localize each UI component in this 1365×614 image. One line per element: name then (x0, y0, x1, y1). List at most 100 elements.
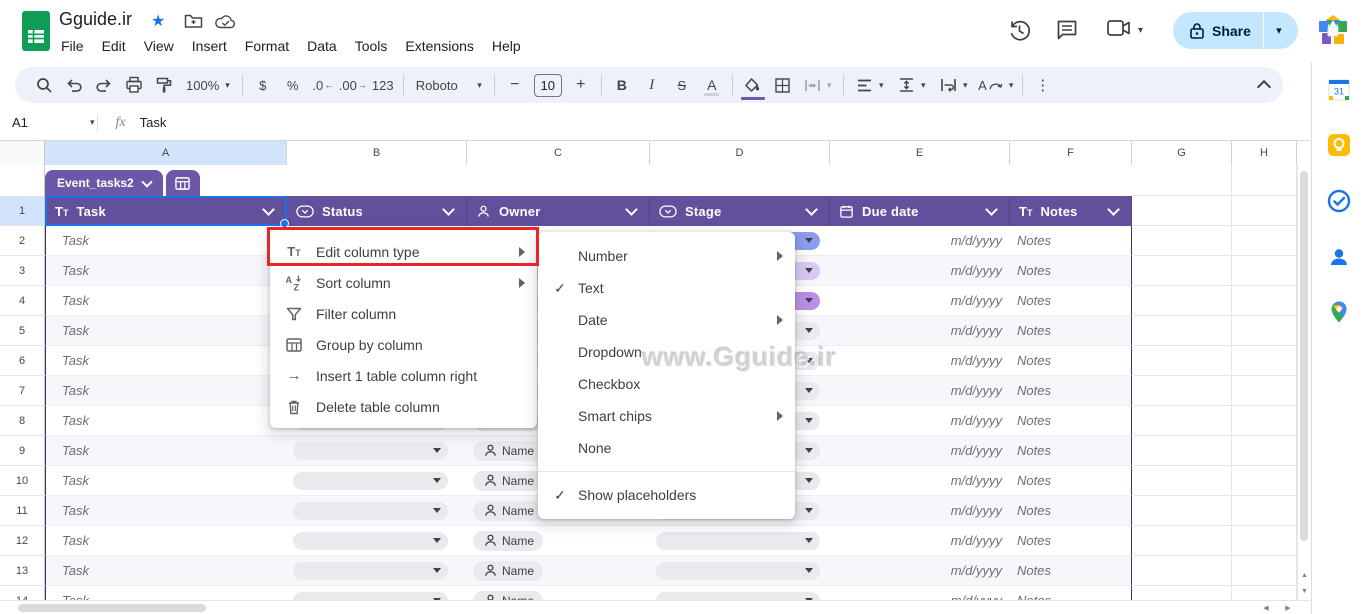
cell-task[interactable]: Task (45, 496, 287, 526)
owner-name-chip[interactable]: Name (473, 591, 543, 601)
column-header-b[interactable]: B (287, 141, 467, 166)
status-dropdown[interactable] (293, 592, 448, 601)
row-header-1[interactable]: 1 (0, 196, 45, 226)
owner-name-chip[interactable]: Name (473, 531, 543, 551)
submenu-item-show-placeholders[interactable]: ✓Show placeholders (538, 479, 795, 511)
search-icon[interactable] (29, 71, 59, 99)
cell-task[interactable]: Task (45, 436, 287, 466)
empty-cell[interactable] (1132, 556, 1232, 586)
empty-cell[interactable] (1132, 406, 1232, 436)
currency-format-button[interactable]: $ (248, 71, 278, 99)
column-header-a[interactable]: A (45, 141, 287, 166)
tasks-app-icon[interactable] (1327, 189, 1351, 213)
share-dropdown-caret[interactable]: ▾ (1264, 24, 1294, 37)
empty-cell[interactable] (1232, 346, 1297, 376)
column-header-h[interactable]: H (1232, 141, 1297, 166)
empty-cell[interactable] (1132, 286, 1232, 316)
undo-button[interactable] (59, 71, 89, 99)
row-header-12[interactable]: 12 (0, 526, 45, 556)
menu-help[interactable]: Help (483, 35, 530, 57)
cell-notes[interactable]: Notes (1010, 346, 1132, 376)
text-color-button[interactable]: A (697, 71, 727, 99)
table-menu-tab[interactable] (166, 170, 200, 196)
cell-stage[interactable] (650, 586, 830, 600)
cell-owner[interactable]: Name (467, 526, 650, 556)
version-history-icon[interactable] (1008, 19, 1031, 42)
cell-due-date[interactable]: m/d/yyyy (830, 436, 1010, 466)
star-icon[interactable]: ★ (151, 11, 165, 31)
cell-due-date[interactable]: m/d/yyyy (830, 586, 1010, 600)
cell-due-date[interactable]: m/d/yyyy (830, 466, 1010, 496)
empty-cell[interactable] (1232, 286, 1297, 316)
more-options-icon[interactable]: ⋮ (1028, 71, 1058, 99)
submenu-item-dropdown[interactable]: Dropdown (538, 336, 795, 368)
horizontal-scrollbar[interactable]: ◀ ▶ (0, 600, 1310, 614)
row-header-14[interactable]: 14 (0, 586, 45, 600)
cell-notes[interactable]: Notes (1010, 496, 1132, 526)
scroll-right-icon[interactable]: ▶ (1280, 601, 1296, 614)
status-dropdown[interactable] (293, 562, 448, 580)
column-header-g[interactable]: G (1132, 141, 1232, 166)
cell-notes[interactable]: Notes (1010, 226, 1132, 256)
redo-button[interactable] (89, 71, 119, 99)
cell-notes[interactable]: Notes (1010, 586, 1132, 600)
column-header-e[interactable]: E (830, 141, 1010, 166)
cell-task[interactable]: Task (45, 406, 287, 436)
cell-task[interactable]: Task (45, 586, 287, 600)
vertical-scrollbar-thumb[interactable] (1300, 171, 1308, 541)
menu-extensions[interactable]: Extensions (396, 35, 482, 57)
cell-task[interactable]: Task (45, 226, 287, 256)
row-header-9[interactable]: 9 (0, 436, 45, 466)
cell-task[interactable]: Task (45, 286, 287, 316)
submenu-item-smart-chips[interactable]: Smart chips (538, 400, 795, 432)
menu-edit[interactable]: Edit (93, 35, 135, 57)
empty-cell[interactable] (1232, 226, 1297, 256)
menu-tools[interactable]: Tools (346, 35, 397, 57)
empty-cell[interactable] (1232, 256, 1297, 286)
chevron-down-icon[interactable] (262, 203, 275, 216)
cell-notes[interactable]: Notes (1010, 436, 1132, 466)
text-rotation-button[interactable]: A▾ (975, 71, 1017, 99)
owner-name-chip[interactable]: Name (473, 471, 543, 491)
more-formats-button[interactable]: 123 (368, 71, 398, 99)
percent-format-button[interactable]: % (278, 71, 308, 99)
paint-format-button[interactable] (149, 71, 179, 99)
chevron-down-icon[interactable] (1107, 203, 1120, 216)
row-header-6[interactable]: 6 (0, 346, 45, 376)
bold-button[interactable]: B (607, 71, 637, 99)
menu-format[interactable]: Format (236, 35, 298, 57)
table-column-header-status[interactable]: Status (287, 196, 467, 226)
chevron-down-icon[interactable] (625, 203, 638, 216)
chevron-down-icon[interactable]: ▾ (90, 117, 95, 128)
chevron-down-icon[interactable] (805, 203, 818, 216)
menu-item-delete-table-column[interactable]: Delete table column (270, 391, 537, 422)
stage-dropdown[interactable] (656, 562, 820, 580)
strikethrough-button[interactable]: S (667, 71, 697, 99)
sheets-logo-icon[interactable] (21, 11, 51, 51)
empty-cell[interactable] (1132, 376, 1232, 406)
column-header-f[interactable]: F (1010, 141, 1132, 166)
status-dropdown[interactable] (293, 442, 448, 460)
horizontal-align-button[interactable]: ▾ (849, 71, 891, 99)
cell-due-date[interactable]: m/d/yyyy (830, 286, 1010, 316)
status-dropdown[interactable] (293, 502, 448, 520)
empty-cell[interactable] (1232, 376, 1297, 406)
empty-cell[interactable] (1232, 556, 1297, 586)
stage-dropdown[interactable] (656, 532, 820, 550)
text-wrap-button[interactable]: ▾ (933, 71, 975, 99)
submenu-item-number[interactable]: Number (538, 240, 795, 272)
submenu-item-date[interactable]: Date (538, 304, 795, 336)
stage-dropdown[interactable] (656, 592, 820, 601)
cell-task[interactable]: Task (45, 316, 287, 346)
empty-cell[interactable] (1132, 436, 1232, 466)
cell-due-date[interactable]: m/d/yyyy (830, 406, 1010, 436)
decrease-font-size-button[interactable]: − (500, 71, 530, 99)
column-header-d[interactable]: D (650, 141, 830, 166)
borders-button[interactable] (768, 71, 798, 99)
row-header-10[interactable]: 10 (0, 466, 45, 496)
cell-notes[interactable]: Notes (1010, 466, 1132, 496)
row-header-5[interactable]: 5 (0, 316, 45, 346)
empty-cell[interactable] (1132, 526, 1232, 556)
submenu-item-text[interactable]: ✓Text (538, 272, 795, 304)
row-header-11[interactable]: 11 (0, 496, 45, 526)
